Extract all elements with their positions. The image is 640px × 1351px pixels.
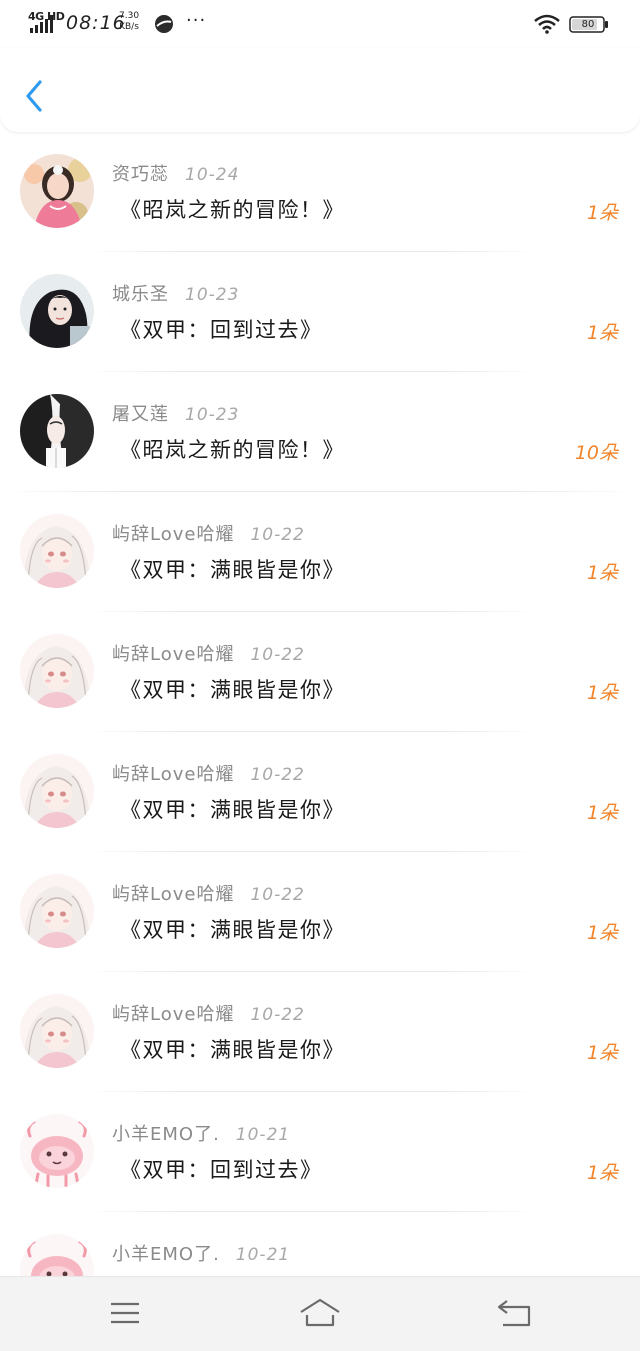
sender-name: 屠又莲 10-23 <box>112 400 239 426</box>
gift-amount: 10朵 <box>574 442 618 464</box>
gift-date: 10-24 <box>185 165 240 185</box>
avatar[interactable] <box>20 394 94 468</box>
gift-amount: 1朵 <box>586 1042 618 1064</box>
clock: 08:16 <box>66 12 126 34</box>
app-notification-icon <box>155 15 173 33</box>
sender-name-text: 城乐圣 <box>112 284 169 305</box>
sender-name: 屿辞Love哈耀 10-22 <box>112 760 305 786</box>
speed-unit: KB/s <box>119 22 139 32</box>
anime-white-hair-avatar-icon <box>20 754 94 828</box>
sender-name-text: 屿辞Love哈耀 <box>112 524 235 545</box>
pink-girl-avatar-icon <box>20 154 94 228</box>
sender-name-text: 小羊EMO了. <box>112 1124 220 1145</box>
list-item[interactable]: 小羊EMO了. 10-21 <box>0 1212 640 1276</box>
book-title[interactable]: 《双甲：满眼皆是你》 <box>120 674 345 704</box>
avatar[interactable] <box>20 634 94 708</box>
more-notifications-icon: ··· <box>186 10 207 31</box>
gift-amount: 1朵 <box>586 1162 618 1184</box>
anime-white-hair-avatar-icon <box>20 874 94 948</box>
list-item[interactable]: 屿辞Love哈耀 10-22 《双甲：满眼皆是你》 1朵 <box>0 612 640 732</box>
gift-amount: 1朵 <box>586 322 618 344</box>
gift-date: 10-23 <box>185 285 240 305</box>
book-title[interactable]: 《昭岚之新的冒险！》 <box>120 194 345 224</box>
sender-name-text: 屿辞Love哈耀 <box>112 884 235 905</box>
anime-couple-avatar-icon <box>20 394 94 468</box>
list-item[interactable]: 屿辞Love哈耀 10-22 《双甲：满眼皆是你》 1朵 <box>0 852 640 972</box>
list-item[interactable]: 屿辞Love哈耀 10-22 《双甲：满眼皆是你》 1朵 <box>0 972 640 1092</box>
gift-amount: 1朵 <box>586 202 618 224</box>
sender-name: 屿辞Love哈耀 10-22 <box>112 520 305 546</box>
sender-name: 小羊EMO了. 10-21 <box>112 1120 290 1146</box>
avatar[interactable] <box>20 1114 94 1188</box>
wifi-icon <box>534 14 560 34</box>
status-bar: 4G HD 08:16 7.30 KB/s ··· 80 <box>0 0 640 48</box>
sender-name: 屿辞Love哈耀 10-22 <box>112 1000 305 1026</box>
book-title[interactable]: 《双甲：回到过去》 <box>120 1154 323 1184</box>
avatar[interactable] <box>20 1234 94 1276</box>
sender-name: 城乐圣 10-23 <box>112 280 239 306</box>
home-icon[interactable] <box>298 1295 342 1331</box>
avatar[interactable] <box>20 154 94 228</box>
pink-cartoon-avatar-icon <box>20 1114 94 1188</box>
gift-amount: 1朵 <box>586 802 618 824</box>
sender-name-text: 小羊EMO了. <box>112 1244 220 1265</box>
avatar[interactable] <box>20 874 94 948</box>
menu-icon[interactable] <box>103 1295 147 1331</box>
pink-cartoon-avatar-icon <box>20 1234 94 1276</box>
book-title[interactable]: 《双甲：满眼皆是你》 <box>120 914 345 944</box>
list-item[interactable]: 屠又莲 10-23 《昭岚之新的冒险！》 10朵 <box>0 372 640 492</box>
book-title[interactable]: 《双甲：满眼皆是你》 <box>120 554 345 584</box>
gift-date: 10-22 <box>250 765 305 785</box>
sender-name: 屿辞Love哈耀 10-22 <box>112 640 305 666</box>
sender-name: 资巧蕊 10-24 <box>112 160 239 186</box>
dark-hair-girl-avatar-icon <box>20 274 94 348</box>
header <box>0 48 640 132</box>
anime-white-hair-avatar-icon <box>20 634 94 708</box>
book-title[interactable]: 《昭岚之新的冒险！》 <box>120 434 345 464</box>
gift-date: 10-22 <box>250 885 305 905</box>
gift-amount: 1朵 <box>586 922 618 944</box>
list-item[interactable]: 资巧蕊 10-24 《昭岚之新的冒险！》 1朵 <box>0 132 640 252</box>
avatar[interactable] <box>20 274 94 348</box>
list-item[interactable]: 屿辞Love哈耀 10-22 《双甲：满眼皆是你》 1朵 <box>0 492 640 612</box>
gift-date: 10-21 <box>235 1245 291 1265</box>
gift-date: 10-23 <box>185 405 240 425</box>
list-item[interactable]: 城乐圣 10-23 《双甲：回到过去》 1朵 <box>0 252 640 372</box>
avatar[interactable] <box>20 994 94 1068</box>
sender-name-text: 资巧蕊 <box>112 164 169 185</box>
chevron-left-icon[interactable] <box>18 76 50 116</box>
gift-amount: 1朵 <box>586 562 618 584</box>
avatar[interactable] <box>20 754 94 828</box>
list-item[interactable]: 小羊EMO了. 10-21 《双甲：回到过去》 1朵 <box>0 1092 640 1212</box>
return-icon[interactable] <box>493 1295 537 1331</box>
book-title[interactable]: 《双甲：回到过去》 <box>120 314 323 344</box>
gift-amount: 1朵 <box>586 682 618 704</box>
speed-value: 7.30 <box>119 11 140 21</box>
sender-name-text: 屿辞Love哈耀 <box>112 1004 235 1025</box>
gift-date: 10-22 <box>250 525 305 545</box>
network-speed: 7.30 KB/s <box>119 11 139 33</box>
avatar[interactable] <box>20 514 94 588</box>
screen: 4G HD 08:16 7.30 KB/s ··· 80 资巧蕊 10-24 《… <box>0 0 640 1351</box>
battery-level: 80 <box>581 19 595 30</box>
list-item[interactable]: 屿辞Love哈耀 10-22 《双甲：满眼皆是你》 1朵 <box>0 732 640 852</box>
book-title[interactable]: 《双甲：满眼皆是你》 <box>120 794 345 824</box>
sender-name-text: 屿辞Love哈耀 <box>112 644 235 665</box>
system-nav-bar <box>0 1276 640 1351</box>
sender-name: 小羊EMO了. 10-21 <box>112 1240 290 1266</box>
network-type: 4G HD <box>28 10 65 23</box>
book-title[interactable]: 《双甲：满眼皆是你》 <box>120 1034 345 1064</box>
sender-name: 屿辞Love哈耀 10-22 <box>112 880 305 906</box>
gift-record-list[interactable]: 资巧蕊 10-24 《昭岚之新的冒险！》 1朵 城乐圣 10-23 《双甲：回到… <box>0 132 640 1276</box>
sender-name-text: 屠又莲 <box>112 404 169 425</box>
gift-date: 10-22 <box>250 645 305 665</box>
gift-date: 10-22 <box>250 1005 305 1025</box>
sender-name-text: 屿辞Love哈耀 <box>112 764 235 785</box>
anime-white-hair-avatar-icon <box>20 994 94 1068</box>
anime-white-hair-avatar-icon <box>20 514 94 588</box>
gift-date: 10-21 <box>235 1125 291 1145</box>
